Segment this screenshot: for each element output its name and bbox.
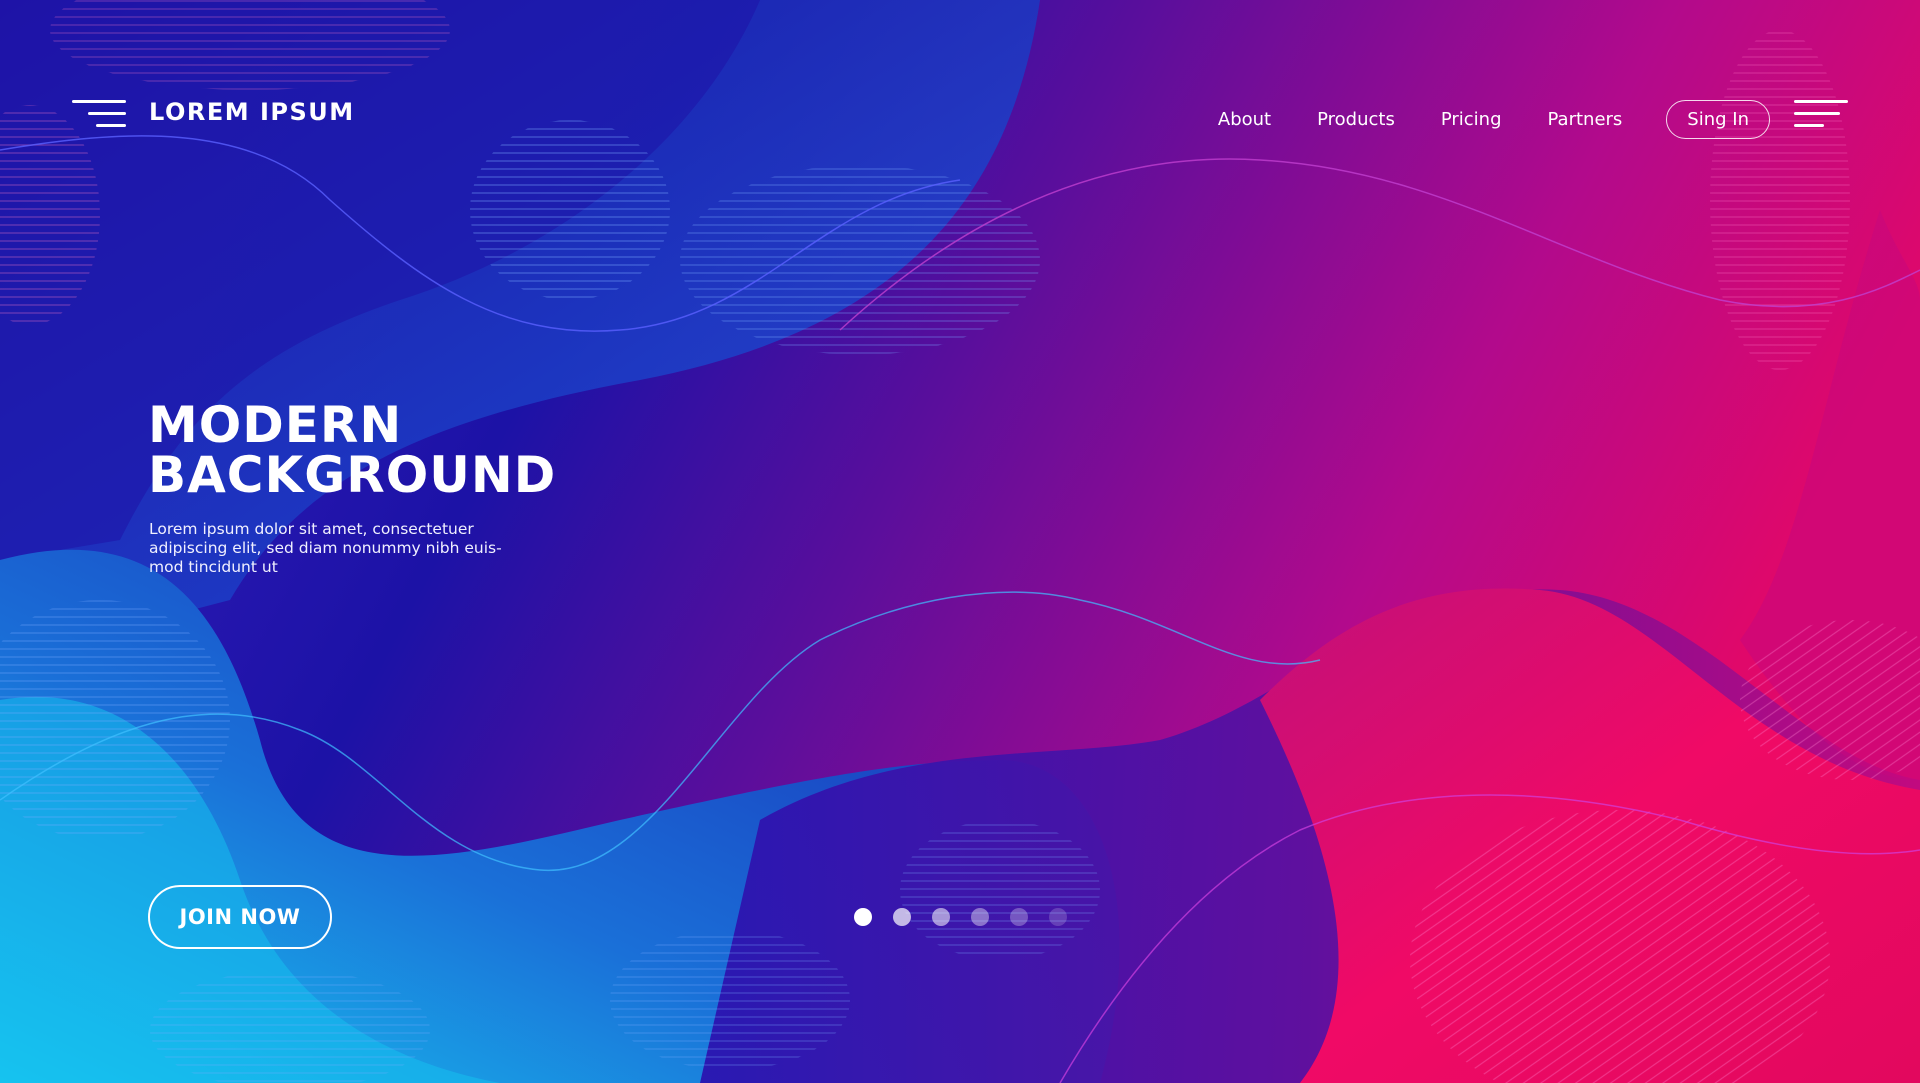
- join-now-button[interactable]: JOIN NOW: [148, 885, 332, 949]
- sign-in-button[interactable]: Sing In: [1666, 100, 1770, 139]
- nav-item-products[interactable]: Products: [1317, 109, 1395, 130]
- nav-item-pricing[interactable]: Pricing: [1441, 109, 1502, 130]
- brand-name[interactable]: LOREM IPSUM: [149, 98, 355, 126]
- main-nav: About Products Pricing Partners Sing In: [1172, 100, 1770, 139]
- pagination-dot[interactable]: [893, 908, 911, 926]
- nav-item-about[interactable]: About: [1218, 109, 1271, 130]
- menu-icon[interactable]: [72, 100, 126, 130]
- pagination-dot[interactable]: [971, 908, 989, 926]
- pagination-dot[interactable]: [1049, 908, 1067, 926]
- pagination-dot[interactable]: [932, 908, 950, 926]
- menu-icon-right[interactable]: [1794, 100, 1848, 130]
- nav-item-partners[interactable]: Partners: [1548, 109, 1623, 130]
- hero-title-line2: BACKGROUND: [148, 446, 557, 504]
- hero-description: Lorem ipsum dolor sit amet, consectetuer…: [149, 520, 502, 576]
- pagination-dot[interactable]: [1010, 908, 1028, 926]
- hero-title: MODERN BACKGROUND: [148, 400, 556, 500]
- hero-title-line1: MODERN: [148, 396, 403, 454]
- pagination-dots: [854, 908, 1067, 926]
- pagination-dot-active[interactable]: [854, 908, 872, 926]
